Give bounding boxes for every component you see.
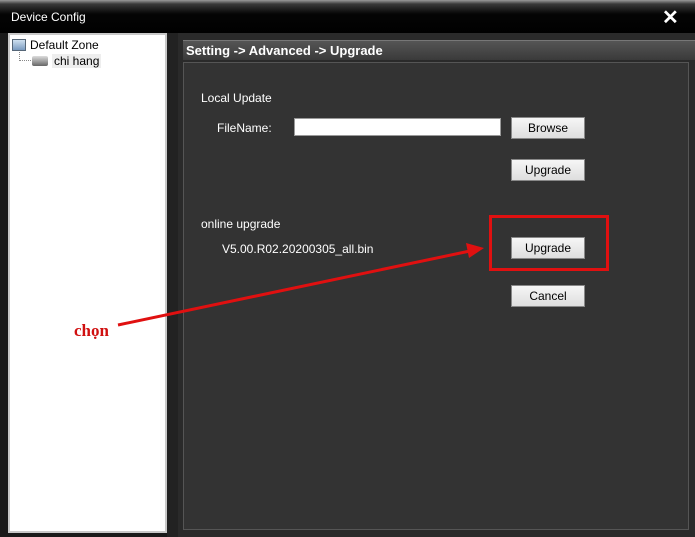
annotation-label: chọn bbox=[74, 321, 109, 340]
annotation-arrow bbox=[117, 243, 484, 327]
